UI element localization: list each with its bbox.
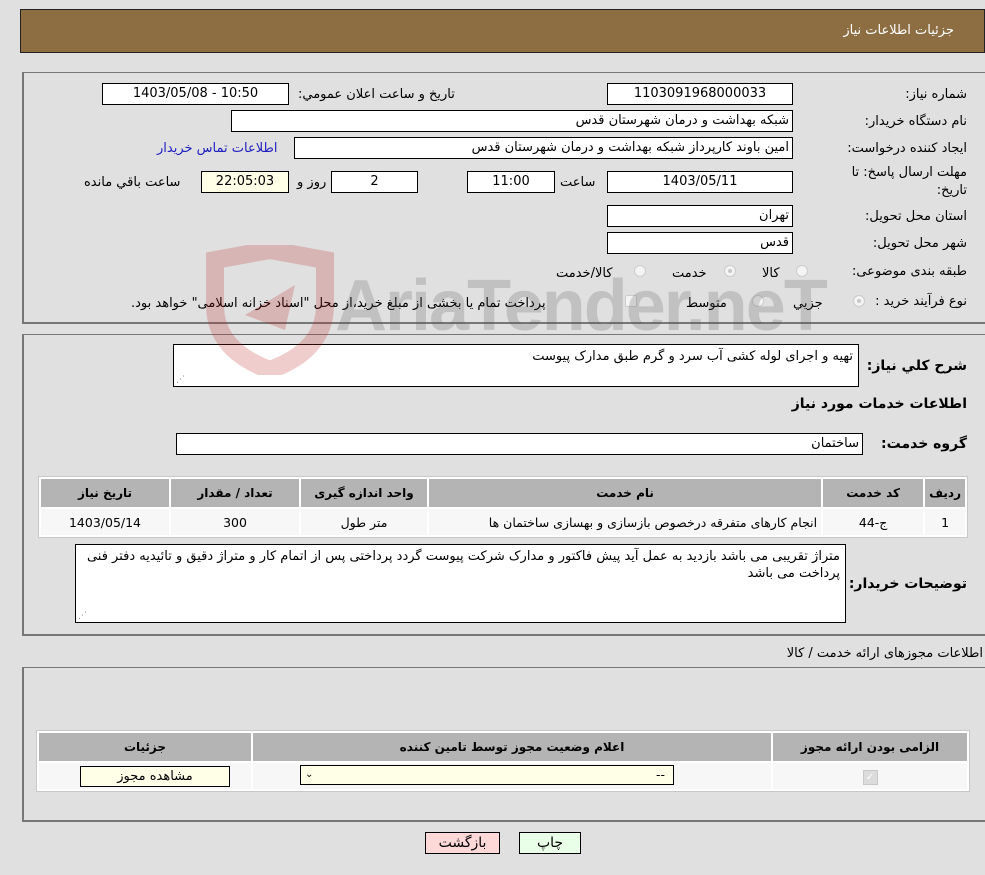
- process-radio-medium[interactable]: [752, 295, 764, 307]
- need-number-label: شماره نیاز:: [905, 87, 967, 102]
- creator-label: ایجاد کننده درخواست:: [847, 141, 967, 156]
- buyer-contact-link[interactable]: اطلاعات تماس خریدار: [157, 141, 277, 156]
- resize-grip-icon[interactable]: ⋰: [78, 612, 87, 621]
- days-remaining-field: 2: [331, 171, 418, 193]
- cell-row: 1: [925, 509, 965, 535]
- cell-permit-required: ✓: [773, 763, 967, 789]
- province-label: استان محل تحویل:: [865, 209, 967, 224]
- deadline-time-field: 11:00: [467, 171, 555, 193]
- process-label: نوع فرآیند خرید :: [875, 294, 967, 309]
- cell-quantity: 300: [171, 509, 299, 535]
- back-button[interactable]: بازگشت: [425, 832, 500, 854]
- city-label: شهر محل تحویل:: [872, 236, 967, 251]
- view-permit-button[interactable]: مشاهده مجوز: [80, 765, 230, 787]
- permit-status-select[interactable]: ⌄ --: [300, 764, 674, 785]
- remaining-time-field: 22:05:03: [201, 171, 289, 193]
- service-group-label: گروه خدمت:: [881, 436, 967, 452]
- description-label: شرح کلي نیاز:: [866, 358, 967, 374]
- services-table-header: ردیف کد خدمت نام خدمت واحد اندازه گیری ت…: [41, 479, 965, 507]
- province-field: تهران: [607, 205, 793, 227]
- service-group-field: ساختمان: [176, 433, 863, 455]
- table-row: ✓ ⌄ -- مشاهده مجوز: [39, 763, 967, 789]
- process-option-minor: جزيي: [793, 296, 823, 311]
- category-radio-goods[interactable]: [796, 265, 808, 277]
- description-textarea[interactable]: تهیه و اجرای لوله کشی آب سرد و گرم طبق م…: [173, 344, 859, 387]
- col-quantity: تعداد / مقدار: [171, 479, 299, 507]
- deadline-time-label: ساعت: [560, 175, 596, 190]
- permits-section-title: اطلاعات مجوزهای ارائه خدمت / کالا: [786, 646, 983, 661]
- creator-field: امین باوند کارپرداز شبکه بهداشت و درمان …: [294, 137, 793, 159]
- permit-status-value: --: [655, 766, 665, 782]
- cell-service-name: انجام کارهای متفرقه درخصوص بازسازی و بهس…: [429, 509, 822, 535]
- category-option-goods: کالا: [762, 266, 780, 281]
- category-option-service: خدمت: [672, 266, 707, 281]
- services-table: ردیف کد خدمت نام خدمت واحد اندازه گیری ت…: [38, 476, 968, 538]
- category-option-goods-service: کالا/خدمت: [556, 266, 613, 281]
- required-checkbox[interactable]: ✓: [862, 769, 878, 785]
- permits-table: الزامی بودن ارائه مجوز اعلام وضعیت مجوز …: [36, 730, 970, 792]
- col-permit-details: جزئیات: [39, 733, 251, 761]
- col-row: ردیف: [925, 479, 965, 507]
- deadline-date-field: 1403/05/11: [607, 171, 793, 193]
- cell-permit-details: مشاهده مجوز: [39, 763, 251, 789]
- cell-permit-status: ⌄ --: [253, 763, 771, 789]
- buyer-name-field: شبکه بهداشت و درمان شهرستان قدس: [231, 110, 793, 132]
- cell-unit: متر طول: [301, 509, 427, 535]
- col-service-code: کد خدمت: [823, 479, 924, 507]
- process-radio-minor[interactable]: [853, 295, 865, 307]
- announce-datetime-field: 1403/05/08 - 10:50: [102, 83, 289, 105]
- page-title: جزئیات اطلاعات نیاز: [843, 23, 954, 38]
- cell-need-date: 1403/05/14: [41, 509, 169, 535]
- col-permit-status: اعلام وضعیت مجوز توسط تامین کننده: [253, 733, 771, 761]
- page-header: جزئیات اطلاعات نیاز: [20, 9, 985, 53]
- process-option-medium: متوسط: [686, 296, 727, 311]
- announce-label: تاریخ و ساعت اعلان عمومي:: [298, 87, 455, 102]
- permits-table-header: الزامی بودن ارائه مجوز اعلام وضعیت مجوز …: [39, 733, 967, 761]
- category-label: طبقه بندی موضوعی:: [851, 264, 967, 279]
- deadline-label: مهلت ارسال پاسخ: تا: [851, 165, 967, 180]
- deadline-label-2: تاریخ:: [936, 183, 967, 198]
- buyer-notes-label: توضیحات خریدار:: [848, 576, 967, 592]
- buyer-label: نام دستگاه خریدار:: [864, 114, 967, 129]
- col-service-name: نام خدمت: [429, 479, 822, 507]
- cell-service-code: ج-44: [823, 509, 924, 535]
- col-unit: واحد اندازه گیری: [301, 479, 427, 507]
- buyer-notes-textarea[interactable]: متراژ تقریبی می باشد بازدید به عمل آید پ…: [75, 544, 846, 623]
- city-field: قدس: [607, 232, 793, 254]
- table-row: 1 ج-44 انجام کارهای متفرقه درخصوص بازساز…: [41, 509, 965, 535]
- treasury-text: پرداخت تمام یا بخشی از مبلغ خرید،از محل …: [131, 296, 546, 311]
- days-label: روز و: [297, 175, 327, 190]
- print-button[interactable]: چاپ: [519, 832, 581, 854]
- col-permit-required: الزامی بودن ارائه مجوز: [773, 733, 967, 761]
- services-section-title: اطلاعات خدمات مورد نیاز: [791, 396, 967, 412]
- description-text: تهیه و اجرای لوله کشی آب سرد و گرم طبق م…: [532, 349, 853, 364]
- treasury-checkbox[interactable]: [625, 295, 637, 307]
- category-radio-service[interactable]: [724, 265, 736, 277]
- need-number-field: 1103091968000033: [607, 83, 793, 105]
- col-need-date: تاریخ نیاز: [41, 479, 169, 507]
- category-radio-goods-service[interactable]: [634, 265, 646, 277]
- resize-grip-icon[interactable]: ⋰: [176, 376, 185, 385]
- chevron-down-icon: ⌄: [305, 768, 314, 780]
- buyer-notes-text: متراژ تقریبی می باشد بازدید به عمل آید پ…: [86, 549, 840, 581]
- remaining-time-label: ساعت باقي مانده: [84, 175, 181, 190]
